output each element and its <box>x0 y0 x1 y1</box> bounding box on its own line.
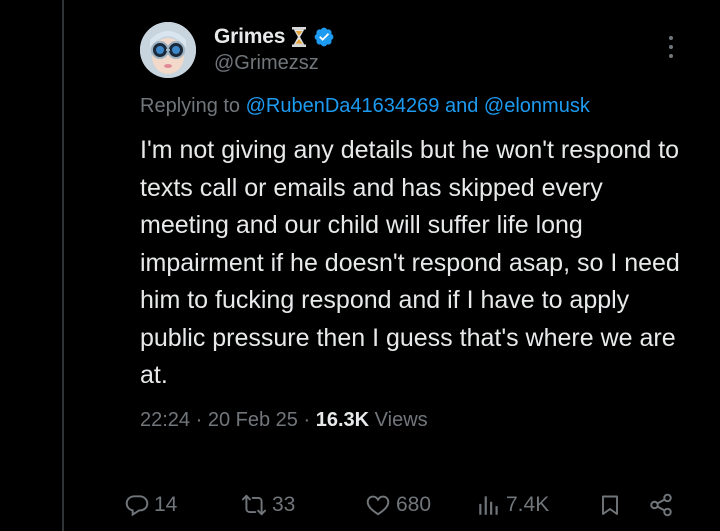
author-handle[interactable]: @Grimezsz <box>214 52 335 75</box>
mention-link-1[interactable]: @RubenDa41634269 <box>246 95 440 117</box>
reply-count: 14 <box>154 493 178 516</box>
tweet-header: Grimes @Grimezsz <box>140 14 710 84</box>
retweet-button[interactable]: 33 <box>240 485 295 525</box>
name-row: Grimes <box>214 24 335 50</box>
replying-conjunction: and <box>444 95 479 117</box>
hourglass-icon <box>291 27 307 47</box>
mention-link-2[interactable]: @elonmusk <box>484 95 590 117</box>
meta-separator-2: · <box>303 408 311 431</box>
avatar[interactable] <box>140 22 196 78</box>
retweet-count: 33 <box>272 493 296 516</box>
retweet-icon <box>241 494 267 516</box>
reply-button[interactable]: 14 <box>124 485 177 525</box>
replying-prefix: Replying to <box>140 95 241 117</box>
author-names: Grimes @Grimezsz <box>214 24 335 75</box>
more-options-icon[interactable] <box>668 36 674 58</box>
views-label: Views <box>374 408 428 431</box>
views-count: 16.3K <box>315 408 370 431</box>
tweet-screen: Grimes @Grimezsz Replying to @RubenDa416… <box>0 0 720 531</box>
action-bar: 14 33 680 7.4K <box>124 485 684 525</box>
verified-badge-icon[interactable] <box>313 26 335 48</box>
views-button[interactable]: 7.4K <box>476 485 549 525</box>
like-button[interactable]: 680 <box>364 485 431 525</box>
tweet-date[interactable]: 20 Feb 25 <box>208 409 298 431</box>
bookmark-icon <box>602 495 618 515</box>
reply-icon <box>125 495 149 517</box>
display-name[interactable]: Grimes <box>214 25 285 49</box>
share-button[interactable] <box>648 485 674 525</box>
replying-to: Replying to @RubenDa41634269 and @elonmu… <box>140 95 710 118</box>
thread-divider <box>62 0 64 531</box>
bookmark-button[interactable] <box>598 485 622 525</box>
heart-icon <box>366 495 390 516</box>
tweet[interactable]: Grimes @Grimezsz Replying to @RubenDa416… <box>140 14 710 432</box>
like-count: 680 <box>396 493 432 516</box>
share-icon <box>650 493 672 517</box>
views-short-count: 7.4K <box>506 493 550 516</box>
tweet-time[interactable]: 22:24 <box>140 409 190 431</box>
analytics-icon <box>479 496 498 515</box>
meta-separator: · <box>195 408 203 431</box>
tweet-text: I'm not giving any details but he won't … <box>140 136 680 389</box>
tweet-meta: 22:24 · 20 Feb 25 · 16.3K Views <box>140 409 710 432</box>
